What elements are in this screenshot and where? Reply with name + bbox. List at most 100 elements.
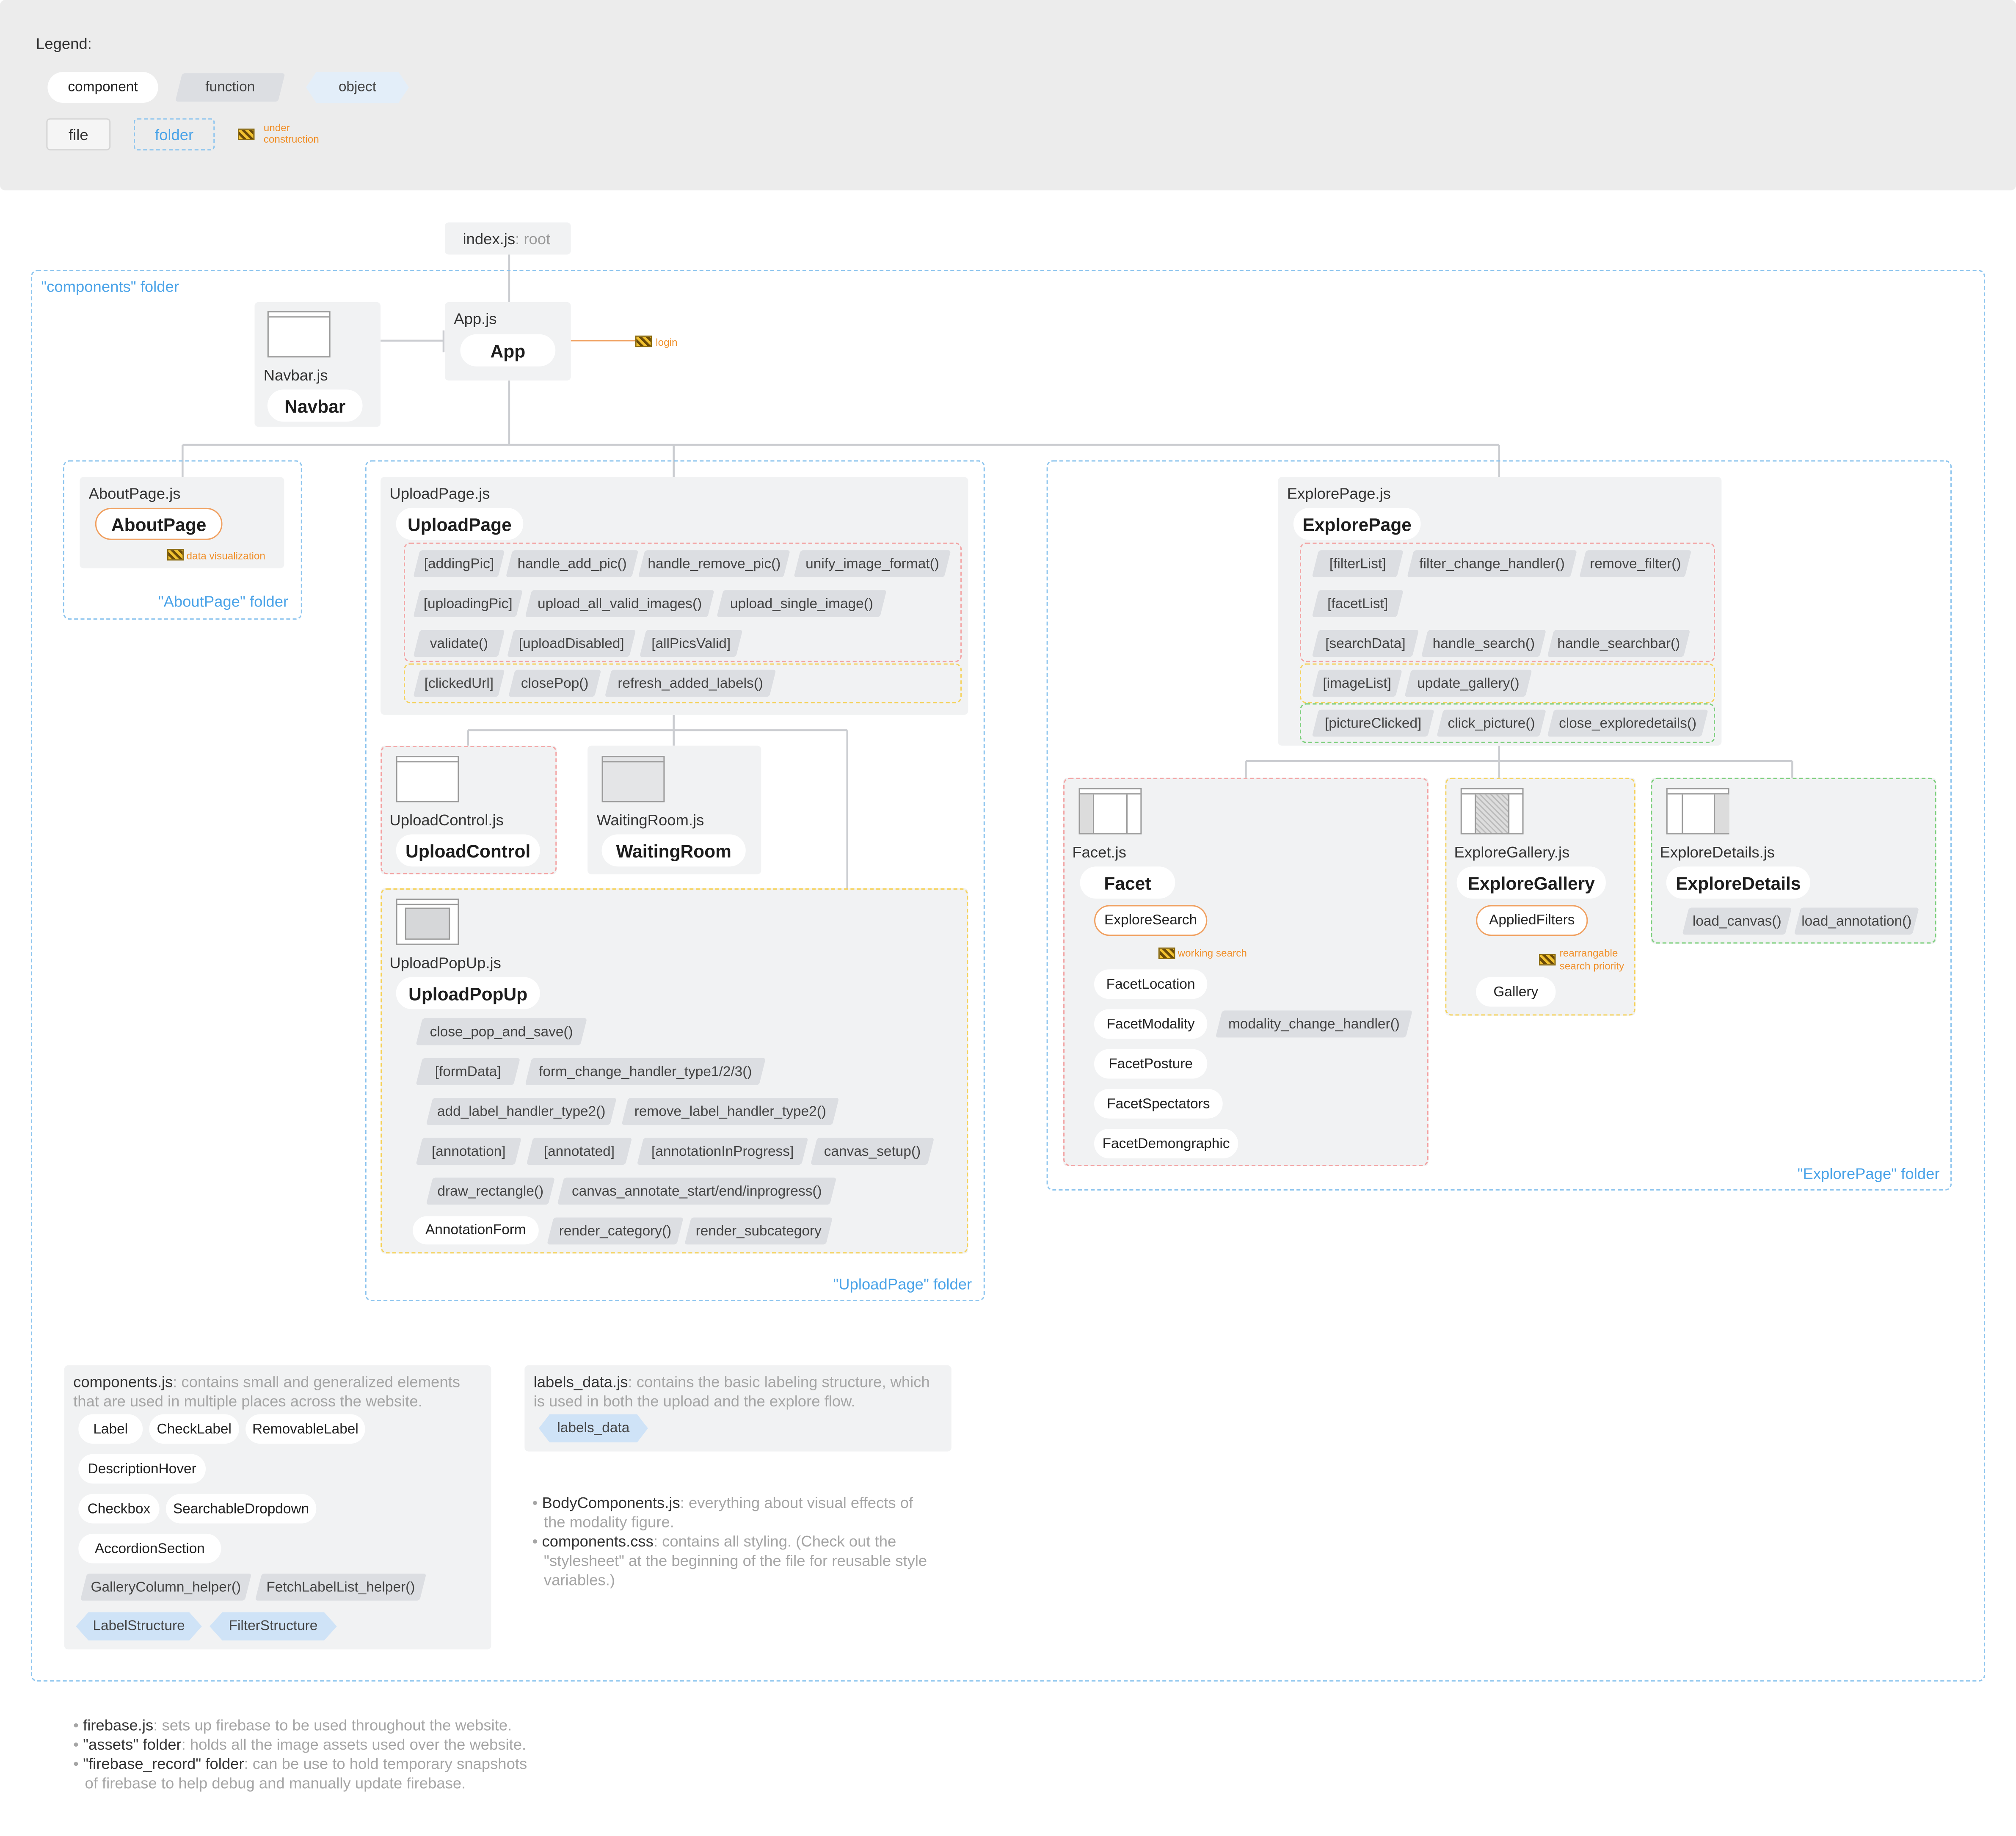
search-data-state: [searchData] [1315,630,1415,657]
fetchlabellist-helper-function: FetchLabelList_helper() [259,1574,423,1601]
navbar-component: Navbar [267,389,363,422]
exploresearch-note: working search [1178,947,1247,959]
close-exploredetails-function: close_exploredetails() [1550,710,1705,737]
waitingroom-file-label: WaitingRoom.js [596,811,704,830]
add-label-handler-function: add_label_handler_type2() [430,1098,613,1125]
bottom-notes: • firebase.js: sets up firebase to be us… [73,1716,527,1792]
refresh-added-labels-function: refresh_added_labels() [608,670,773,697]
exploredetails-file-label: ExploreDetails.js [1660,843,1775,862]
close-pop-function: closePop() [512,670,598,697]
labels-data-object: labels_data [538,1414,648,1443]
handle-search-function: handle_search() [1425,630,1543,657]
explorepage-folder-label: "ExplorePage" folder [1797,1165,1940,1183]
load-canvas-function: load_canvas() [1685,908,1788,935]
aboutpage-file-label: AboutPage.js [88,485,181,503]
exploregallery-file-label: ExploreGallery.js [1454,843,1570,862]
validate-function: validate() [416,630,501,657]
descriptionhover-component: DescriptionHover [78,1454,206,1484]
aboutpage-note: data visualization [186,550,265,562]
architecture-diagram: Legend: component function object file f… [0,0,2016,1836]
gallery-component: Gallery [1476,977,1556,1007]
appliedfilters-component: AppliedFilters [1476,905,1588,936]
facetposture-component: FacetPosture [1094,1049,1208,1079]
unify-image-format-function: unify_image_format() [797,550,947,577]
facet-file-label: Facet.js [1072,843,1126,862]
adding-pic-state: [addingPic] [416,550,501,577]
aboutpage-component: AboutPage [95,507,223,540]
explorepage-file-label: ExplorePage.js [1287,485,1391,503]
labels-data-js-description: labels_data.js: contains the basic label… [533,1373,930,1411]
facetlocation-component: FacetLocation [1094,969,1208,999]
accordionsection-component: AccordionSection [78,1533,221,1563]
form-change-handler-function: form_change_handler_type1/2/3() [528,1058,762,1085]
construction-icon [635,335,652,347]
uploadcontrol-file-label: UploadControl.js [389,811,504,830]
canvas-setup-function: canvas_setup() [814,1138,931,1165]
details-icon-panel [1714,794,1729,833]
canvas-annotate-function: canvas_annotate_start/end/inprogress() [560,1177,833,1205]
facetspectators-component: FacetSpectators [1094,1089,1223,1119]
navbar-file-label: Navbar.js [263,366,328,385]
construction-icon [1539,954,1556,966]
index-file-label: index.js: root [463,230,551,248]
facet-icon-sidebar [1080,794,1094,833]
click-picture-function: click_picture() [1440,710,1543,737]
render-category-function: render_category() [550,1218,680,1245]
exploresearch-component: ExploreSearch [1094,905,1208,936]
handle-add-pic-function: handle_add_pic() [509,550,635,577]
construction-icon [1158,947,1175,959]
app-login-note: login [656,336,678,349]
searchabledropdown-component: SearchableDropdown [165,1494,317,1524]
gallerycolumn-helper-function: GalleryColumn_helper() [83,1574,248,1601]
details-icon-divider [1682,794,1683,833]
filter-list-state: [filterList] [1315,550,1400,577]
update-gallery-function: update_gallery() [1408,670,1529,697]
uploadcontrol-component: UploadControl [396,834,540,867]
uploadpage-folder-label: "UploadPage" folder [833,1275,972,1293]
exploregallery-component: ExploreGallery [1456,866,1606,899]
picture-clicked-state: [pictureClicked] [1315,710,1431,737]
checkbox-component: Checkbox [78,1494,160,1524]
aboutpage-folder-label: "AboutPage" folder [158,593,289,611]
uploadpage-file-label: UploadPage.js [389,485,490,503]
annotationform-component: AnnotationForm [413,1216,539,1245]
remove-label-handler-function: remove_label_handler_type2() [625,1098,836,1125]
form-data-state: [formData] [419,1058,517,1085]
gallery-icon-pattern [1475,794,1510,833]
components-js-description: components.js: contains small and genera… [73,1373,460,1411]
explorepage-component: ExplorePage [1293,507,1421,540]
upload-all-valid-images-function: upload_all_valid_images() [528,590,711,617]
image-list-state: [imageList] [1315,670,1398,697]
filterstructure-object: FilterStructure [210,1612,337,1640]
uploading-pic-state: [uploadingPic] [416,590,519,617]
uploadpopup-component: UploadPopUp [396,977,540,1009]
uploadpage-component: UploadPage [396,507,524,540]
upload-disabled-state: [uploadDisabled] [510,630,633,657]
components-folder-label: "components" folder [41,278,179,296]
uploadcontrol-window-icon [396,756,459,802]
exploredetails-component: ExploreDetails [1666,866,1810,899]
facetdemongraphic-component: FacetDemongraphic [1094,1129,1238,1158]
navbar-window-icon [267,311,331,358]
handle-searchbar-function: handle_searchbar() [1550,630,1687,657]
upload-single-image-function: upload_single_image() [720,590,883,617]
modality-change-handler-function: modality_change_handler() [1219,1011,1409,1038]
annotation-state: [annotation] [419,1138,518,1165]
remove-filter-function: remove_filter() [1583,550,1688,577]
annotation-in-progress-state: [annotationInProgress] [640,1138,805,1165]
uploadpopup-file-label: UploadPopUp.js [389,954,501,972]
filter-change-handler-function: filter_change_handler() [1410,550,1574,577]
facet-list-state: [facetList] [1315,590,1400,617]
app-file-label: App.js [454,310,497,328]
facet-component: Facet [1080,866,1175,899]
all-pics-valid-state: [allPicsValid] [643,630,739,657]
load-annotation-function: load_annotation() [1798,908,1916,935]
appliedfilters-note-line2: search priority [1559,960,1624,972]
annotated-state: [annotated] [530,1138,629,1165]
waitingroom-window-icon [601,756,665,802]
label-component: Label [78,1414,143,1444]
waitingroom-component: WaitingRoom [601,834,746,867]
clicked-url-state: [clickedUrl] [416,670,501,697]
removablelabel-component: RemovableLabel [245,1414,365,1444]
facetmodality-component: FacetModality [1094,1009,1208,1039]
